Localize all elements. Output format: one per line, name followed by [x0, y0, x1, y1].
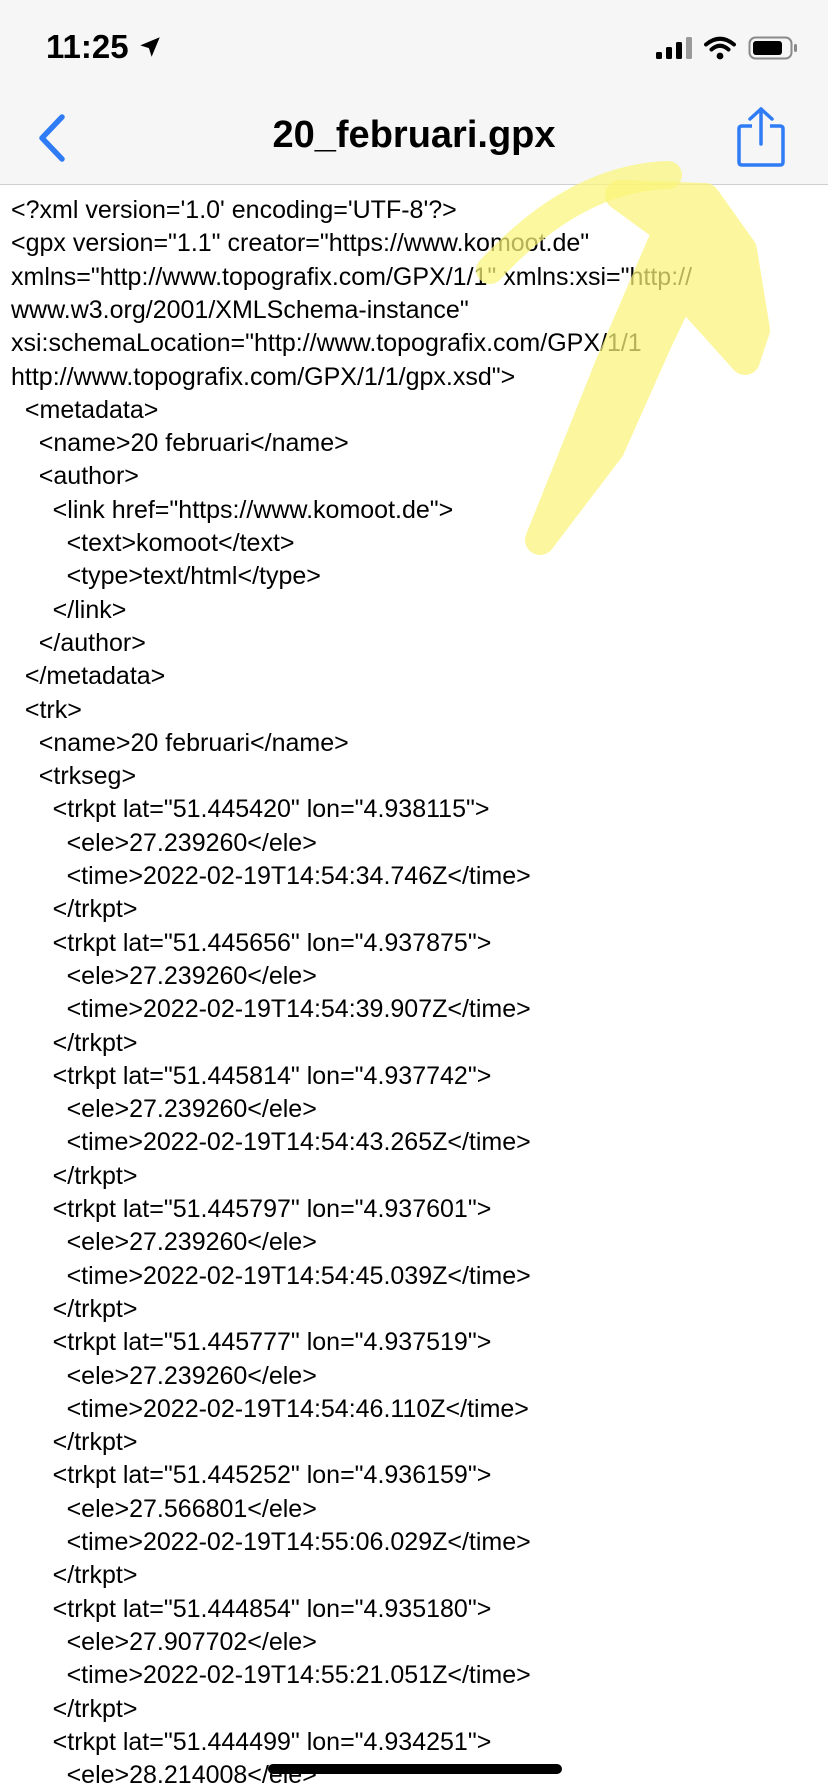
status-icons	[656, 36, 798, 60]
file-line: <metadata>	[11, 395, 159, 424]
status-bar: 11:25	[0, 0, 828, 100]
file-line: </trkpt>	[11, 1294, 138, 1323]
file-line: <time>2022-02-19T14:55:21.051Z</time>	[11, 1661, 531, 1690]
status-time-label: 11:25	[46, 28, 129, 65]
wifi-icon	[704, 36, 736, 60]
file-line: <ele>27.239260</ele>	[11, 1228, 317, 1257]
file-line: <time>2022-02-19T14:54:39.907Z</time>	[11, 995, 531, 1024]
share-icon	[737, 107, 785, 167]
file-line: <trkpt lat="51.445656" lon="4.937875">	[11, 928, 492, 957]
file-line: </trkpt>	[11, 1694, 138, 1723]
file-line: </metadata>	[11, 662, 166, 691]
file-line: www.w3.org/2001/XMLSchema-instance"	[11, 295, 469, 324]
file-line: http://www.topografix.com/GPX/1/1/gpx.xs…	[11, 362, 516, 391]
file-line: <name>20 februari</name>	[11, 429, 349, 458]
file-line: <ele>27.907702</ele>	[11, 1627, 317, 1656]
file-line: <author>	[11, 462, 139, 491]
file-line: <ele>27.239260</ele>	[11, 961, 317, 990]
location-arrow-icon	[139, 37, 160, 57]
battery-icon	[748, 36, 797, 60]
file-line: <ele>27.566801</ele>	[11, 1494, 317, 1523]
file-line: <ele>27.239260</ele>	[11, 1095, 317, 1124]
file-line: <ele>27.239260</ele>	[11, 828, 317, 857]
file-line: </trkpt>	[11, 895, 138, 924]
file-line: <trkpt lat="51.445797" lon="4.937601">	[11, 1195, 492, 1223]
file-line: <?xml version='1.0' encoding='UTF-8'?>	[11, 196, 457, 224]
file-line: <trkpt lat="51.444854" lon="4.935180">	[11, 1594, 492, 1623]
file-line: <time>2022-02-19T14:54:34.746Z</time>	[11, 862, 531, 890]
file-line: </trkpt>	[11, 1561, 138, 1590]
home-indicator[interactable]	[268, 1764, 562, 1774]
file-line: <ele>27.239260</ele>	[11, 1361, 317, 1390]
file-line: <time>2022-02-19T14:54:43.265Z</time>	[11, 1128, 531, 1157]
file-line: </link>	[11, 595, 127, 624]
share-button[interactable]	[732, 102, 790, 172]
file-line: <name>20 februari</name>	[11, 728, 349, 757]
file-line: <time>2022-02-19T14:54:46.110Z</time>	[11, 1394, 529, 1423]
file-line: </author>	[11, 628, 146, 657]
file-line: <type>text/html</type>	[11, 562, 321, 591]
file-line: <trkpt lat="51.445814" lon="4.937742">	[11, 1061, 492, 1090]
file-line: <text>komoot</text>	[11, 529, 295, 557]
file-line: <trkpt lat="51.445777" lon="4.937519">	[11, 1328, 492, 1357]
file-line: xsi:schemaLocation="http://www.topografi…	[11, 329, 642, 358]
file-line: <time>2022-02-19T14:54:45.039Z</time>	[11, 1261, 531, 1290]
status-time: 11:25	[46, 28, 163, 66]
file-line: <link href="https://www.komoot.de">	[11, 495, 454, 524]
file-content[interactable]: <?xml version='1.0' encoding='UTF-8'?> <g…	[0, 185, 828, 1792]
file-line: <gpx version="1.1" creator="https://www.…	[11, 229, 590, 258]
page-title: 20_februari.gpx	[272, 114, 556, 156]
file-line: </trkpt>	[11, 1028, 138, 1057]
cellular-signal-icon	[656, 37, 692, 59]
file-line: </trkpt>	[11, 1161, 138, 1190]
file-line: <trk>	[11, 695, 82, 724]
file-line: </trkpt>	[11, 1428, 138, 1457]
file-line: <trkpt lat="51.445420" lon="4.938115">	[11, 795, 490, 824]
file-line: <trkpt lat="51.445252" lon="4.936159">	[11, 1461, 492, 1490]
file-line: <time>2022-02-19T14:55:06.029Z</time>	[11, 1528, 531, 1556]
navigation-bar: 20_februari.gpx	[0, 100, 828, 185]
file-line: xmlns="http://www.topografix.com/GPX/1/1…	[11, 262, 693, 291]
file-line: <trkseg>	[11, 762, 137, 791]
file-line: <trkpt lat="51.444499" lon="4.934251">	[11, 1727, 492, 1756]
